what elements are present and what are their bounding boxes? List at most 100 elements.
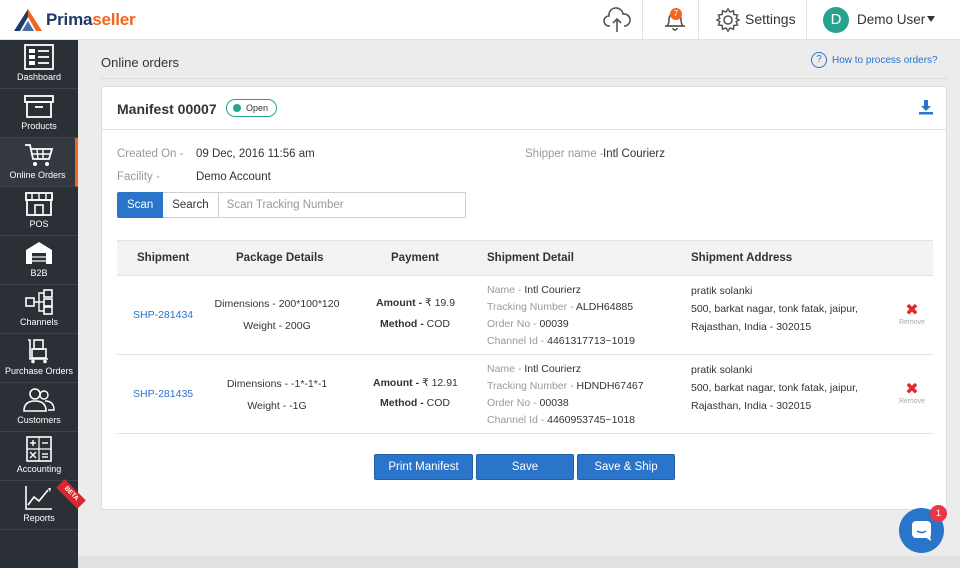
sidebar-item-pos[interactable]: POS <box>0 187 78 236</box>
settings-label[interactable]: Settings <box>745 11 796 27</box>
detail-tracking-value: HDNDH67467 <box>576 380 644 392</box>
detail-tracking-label: Tracking Number - <box>487 301 574 313</box>
shipment-id-link[interactable]: SHP-281434 <box>133 309 193 321</box>
sidebar-item-channels[interactable]: Channels <box>0 285 78 334</box>
user-name[interactable]: Demo User <box>857 12 925 27</box>
remove-label: Remove <box>898 319 926 326</box>
sidebar-item-label: Channels <box>19 317 59 327</box>
avatar[interactable]: D <box>823 7 849 33</box>
sidebar-item-accounting[interactable]: Accounting <box>0 432 78 481</box>
payment-method: Method - COD <box>380 397 450 409</box>
payment-amount: Amount - ₹ 19.9 <box>376 297 455 309</box>
warehouse-icon <box>26 242 52 264</box>
download-icon[interactable] <box>918 99 934 115</box>
table-row: SHP-281434 Dimensions - 200*100*120 Weig… <box>117 276 933 355</box>
detail-channel-value: 4460953745~1018 <box>547 414 636 426</box>
products-icon <box>24 95 54 118</box>
save-and-ship-button[interactable]: Save & Ship <box>577 454 675 480</box>
address-name: pratik solanki <box>691 364 753 376</box>
manifest-title: Manifest 00007 <box>117 101 217 117</box>
column-header-shipment-detail: Shipment Detail <box>487 252 574 264</box>
sidebar-item-online-orders[interactable]: Online Orders <box>0 138 78 187</box>
tracking-number-input[interactable] <box>218 192 466 218</box>
table-header: Shipment Package Details Payment Shipmen… <box>117 240 933 276</box>
chat-icon <box>912 521 931 541</box>
remove-button[interactable]: ✖ Remove <box>891 303 933 327</box>
logo-text-suffix: seller <box>92 10 136 29</box>
store-icon <box>25 192 53 216</box>
customers-icon <box>23 388 55 412</box>
detail-channel: Channel Id - 4460953745~1018 <box>487 414 635 426</box>
footer-bar <box>78 556 960 568</box>
detail-order-label: Order No - <box>487 397 537 409</box>
created-on-value: 09 Dec, 2016 11:56 am <box>196 148 315 160</box>
table-row: SHP-281435 Dimensions - -1*-1*-1 Weight … <box>117 355 933 434</box>
sidebar-item-b2b[interactable]: B2B <box>0 236 78 285</box>
package-dimensions: Dimensions - 200*100*120 <box>214 298 340 310</box>
sidebar-item-label: Products <box>21 121 57 131</box>
shipment-id-link[interactable]: SHP-281435 <box>133 388 193 400</box>
method-label: Method - <box>380 397 424 409</box>
detail-channel: Channel Id - 4461317713~1019 <box>487 335 635 347</box>
sidebar-item-label: Dashboard <box>16 72 62 82</box>
column-header-shipment-address: Shipment Address <box>691 252 793 264</box>
detail-name-label: Name - <box>487 363 522 375</box>
logo-text: Primaseller <box>46 10 136 30</box>
sidebar: Dashboard Products Online Orders POS B2B… <box>0 40 86 568</box>
page-title: Online orders <box>101 55 180 70</box>
detail-tracking: Tracking Number - ALDH64885 <box>487 301 633 313</box>
detail-tracking-label: Tracking Number - <box>487 380 574 392</box>
print-manifest-button[interactable]: Print Manifest <box>374 454 473 480</box>
detail-order: Order No - 00039 <box>487 318 569 330</box>
remove-button[interactable]: ✖ Remove <box>891 381 933 406</box>
detail-tracking-value: ALDH64885 <box>575 301 634 313</box>
status-dot-icon <box>233 104 241 112</box>
detail-name: Name - Intl Courierz <box>487 363 581 375</box>
cloud-upload-icon[interactable] <box>603 7 631 33</box>
remove-label: Remove <box>898 398 926 405</box>
divider <box>101 78 947 79</box>
address-line1: 500, barkat nagar, tonk fatak, jaipur, <box>691 303 858 315</box>
status-badge: Open <box>226 99 278 117</box>
chat-unread-badge: 1 <box>930 505 947 522</box>
address-line2: Rajasthan, India - 302015 <box>691 400 812 412</box>
search-tab[interactable]: Search <box>163 192 219 218</box>
logo-text-prefix: Prima <box>46 10 93 29</box>
sidebar-item-label: Online Orders <box>9 170 66 180</box>
sidebar-item-purchase-orders[interactable]: Purchase Orders <box>0 334 78 383</box>
shipper-label: Shipper name - <box>525 148 604 160</box>
save-button[interactable]: Save <box>476 454 574 480</box>
sidebar-item-label: Purchase Orders <box>4 366 74 376</box>
chevron-down-icon[interactable] <box>927 16 935 22</box>
dashboard-icon <box>24 44 54 70</box>
help-link[interactable]: ? How to process orders? <box>811 51 938 69</box>
scan-search-group: Scan Search <box>117 192 466 218</box>
manifest-header: Manifest 00007 Open <box>102 87 946 130</box>
close-icon: ✖ <box>905 381 919 398</box>
package-weight: Weight - 200G <box>243 320 311 332</box>
address-name: pratik solanki <box>691 285 753 297</box>
sidebar-item-dashboard[interactable]: Dashboard <box>0 40 78 89</box>
address-line1: 500, barkat nagar, tonk fatak, jaipur, <box>691 382 858 394</box>
manifest-card: Manifest 00007 Open Created On - 09 Dec,… <box>101 86 947 510</box>
sidebar-item-label: POS <box>29 219 49 229</box>
detail-name-value: Intl Courierz <box>524 363 581 375</box>
detail-order-label: Order No - <box>487 318 537 330</box>
top-bar: Primaseller 7 Settings D Demo User <box>0 0 960 40</box>
detail-order-value: 00039 <box>539 318 569 330</box>
gear-icon[interactable] <box>714 7 742 33</box>
facility-value: Demo Account <box>196 171 271 183</box>
sidebar-item-customers[interactable]: Customers <box>0 383 78 432</box>
address-line2: Rajasthan, India - 302015 <box>691 321 812 333</box>
status-label: Open <box>246 103 269 113</box>
column-header-package-details: Package Details <box>236 252 324 264</box>
column-header-shipment: Shipment <box>137 252 190 264</box>
detail-order: Order No - 00038 <box>487 397 569 409</box>
sidebar-item-products[interactable]: Products <box>0 89 78 138</box>
shipper-value: Intl Courierz <box>603 148 665 160</box>
calculator-icon <box>26 436 52 462</box>
logo[interactable]: Primaseller <box>12 6 136 34</box>
help-link-label: How to process orders? <box>832 54 938 66</box>
detail-name: Name - Intl Courierz <box>487 284 581 296</box>
scan-tab[interactable]: Scan <box>117 192 164 218</box>
